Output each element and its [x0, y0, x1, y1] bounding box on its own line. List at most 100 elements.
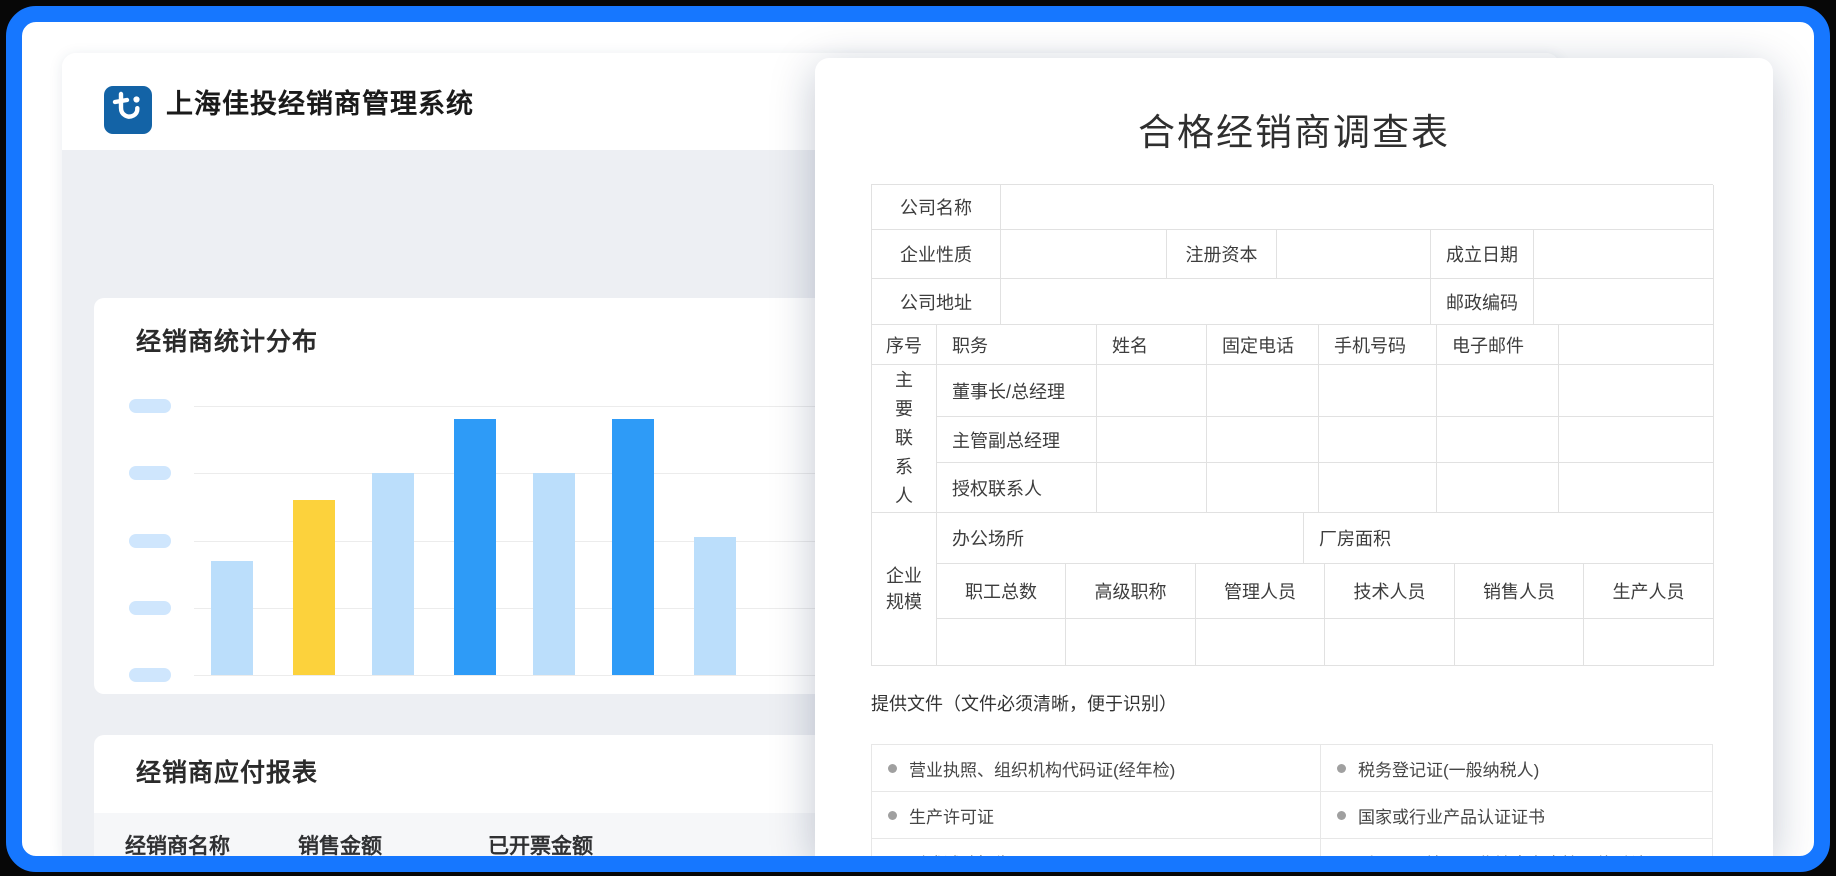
- contact-row: 董事长/总经理: [937, 365, 1714, 417]
- scale-field: [1455, 619, 1584, 666]
- contact-field: [1207, 365, 1319, 417]
- field-postal-code: [1534, 279, 1714, 325]
- label-registered-capital: 注册资本: [1167, 230, 1277, 279]
- label-establish-date: 成立日期: [1431, 230, 1534, 279]
- chart-bar: [211, 561, 253, 675]
- contact-field: [1207, 417, 1319, 463]
- document-row: 型式试验报告 质量、环境、职业健康安全管理体系认证: [872, 839, 1712, 872]
- bullet-icon: [1337, 858, 1346, 867]
- contact-role-label: 董事长/总经理: [937, 365, 1097, 417]
- axis-label-pill: [129, 466, 171, 480]
- form-title: 合格经销商调查表: [815, 102, 1773, 156]
- document-row: 生产许可证 国家或行业产品认证证书: [872, 792, 1712, 839]
- document-item-text: 型式试验报告: [909, 850, 1011, 873]
- axis-label-pill: [129, 534, 171, 548]
- contact-field: [1207, 463, 1319, 513]
- contact-field: [1319, 417, 1437, 463]
- contact-field: [1437, 365, 1559, 417]
- label-enterprise-scale: 企业规模: [872, 513, 937, 666]
- document-item: 营业执照、组织机构代码证(经年检): [872, 745, 1321, 791]
- contact-field: [1097, 365, 1207, 417]
- scale-row-premises: 办公场所 厂房面积: [937, 513, 1714, 564]
- scale-column-label: 高级职称: [1066, 564, 1196, 619]
- label-company-name: 公司名称: [872, 185, 1001, 230]
- bullet-icon: [1337, 764, 1346, 773]
- scale-row-staff-values: [937, 619, 1714, 666]
- contact-role-label: 主管副总经理: [937, 417, 1097, 463]
- scale-row-staff-headers: 职工总数高级职称管理人员技术人员销售人员生产人员: [937, 564, 1714, 619]
- document-item-text: 营业执照、组织机构代码证(经年检): [909, 756, 1175, 781]
- form-row-company-name: 公司名称: [872, 185, 1713, 230]
- contact-field: [1097, 417, 1207, 463]
- document-row: 营业执照、组织机构代码证(经年检) 税务登记证(一般纳税人): [872, 745, 1712, 792]
- scale-column-label: 职工总数: [937, 564, 1066, 619]
- chart-bar: [454, 419, 496, 675]
- contact-field: [1097, 463, 1207, 513]
- report-card-title: 经销商应付报表: [136, 753, 318, 789]
- chart-bar: [533, 473, 575, 675]
- contact-field: [1559, 463, 1714, 513]
- contact-field: [1559, 417, 1714, 463]
- label-position: 职务: [937, 325, 1097, 365]
- form-row-nature: 企业性质 注册资本 成立日期: [872, 230, 1713, 279]
- label-company-address: 公司地址: [872, 279, 1001, 325]
- contact-field: [1559, 365, 1714, 417]
- documents-note: 提供文件（文件必须清晰，便于识别）: [871, 690, 1177, 716]
- report-column-header: 经销商名称: [125, 830, 298, 860]
- axis-label-pill: [129, 601, 171, 615]
- document-item: 质量、环境、职业健康安全管理体系认证: [1321, 839, 1713, 872]
- bullet-icon: [888, 764, 897, 773]
- report-column-header: 销售金额: [298, 830, 488, 860]
- label-office-premises: 办公场所: [937, 513, 1304, 564]
- form-row-contact-headers: 序号 职务 姓名 固定电话 手机号码 电子邮件: [872, 325, 1713, 365]
- chart-bar: [694, 537, 736, 675]
- document-item-text: 质量、环境、职业健康安全管理体系认证: [1358, 850, 1664, 873]
- scale-rows: 办公场所 厂房面积 职工总数高级职称管理人员技术人员销售人员生产人员: [937, 513, 1714, 666]
- bullet-icon: [888, 858, 897, 867]
- scale-field: [1325, 619, 1455, 666]
- field-company-address: [1001, 279, 1431, 325]
- label-name: 姓名: [1097, 325, 1207, 365]
- main-contacts-vertical-text: 主要联系人: [893, 366, 915, 511]
- document-item: 型式试验报告: [872, 839, 1321, 872]
- enterprise-scale-vertical-text: 企业规模: [884, 563, 924, 615]
- label-enterprise-nature: 企业性质: [872, 230, 1001, 279]
- contact-header-empty: [1559, 325, 1714, 365]
- document-item-text: 国家或行业产品认证证书: [1358, 803, 1545, 828]
- contacts-rows: 董事长/总经理主管副总经理授权联系人: [937, 365, 1714, 513]
- survey-form-panel: 合格经销商调查表 公司名称 企业性质 注册资本 成立日期: [815, 58, 1773, 856]
- contact-field: [1319, 365, 1437, 417]
- scale-field: [1066, 619, 1196, 666]
- scale-column-label: 管理人员: [1196, 564, 1325, 619]
- tj-brand-icon: [104, 86, 152, 134]
- contact-role-label: 授权联系人: [937, 463, 1097, 513]
- label-landline: 固定电话: [1207, 325, 1319, 365]
- label-seq: 序号: [872, 325, 937, 365]
- axis-label-pill: [129, 668, 171, 682]
- contacts-section: 主要联系人 董事长/总经理主管副总经理授权联系人: [872, 365, 1713, 513]
- bullet-icon: [1337, 811, 1346, 820]
- field-registered-capital: [1277, 230, 1431, 279]
- document-item: 税务登记证(一般纳税人): [1321, 745, 1713, 791]
- app-title: 上海佳投经销商管理系统: [166, 53, 474, 150]
- document-item: 生产许可证: [872, 792, 1321, 838]
- chart-bar: [293, 500, 335, 675]
- documents-grid: 营业执照、组织机构代码证(经年检) 税务登记证(一般纳税人) 生产许可证 国家或行业产…: [871, 744, 1713, 872]
- scale-field: [1196, 619, 1325, 666]
- chart-bar: [372, 473, 414, 675]
- contact-field: [1437, 463, 1559, 513]
- document-item-text: 税务登记证(一般纳税人): [1358, 756, 1539, 781]
- label-main-contacts: 主要联系人: [872, 365, 937, 513]
- label-mobile: 手机号码: [1319, 325, 1437, 365]
- scale-column-label: 销售人员: [1455, 564, 1584, 619]
- label-factory-area: 厂房面积: [1304, 513, 1714, 564]
- scale-section: 企业规模 办公场所 厂房面积 职工总数高级职称管理人员技术人员销售人员生产人员: [872, 513, 1713, 666]
- label-email: 电子邮件: [1437, 325, 1559, 365]
- stage: 上海佳投经销商管理系统 经销商统计分布 经销商应付报表 经销商名称销售金额已开票…: [22, 22, 1814, 856]
- contact-field: [1319, 463, 1437, 513]
- scale-column-label: 技术人员: [1325, 564, 1455, 619]
- survey-form-table: 公司名称 企业性质 注册资本 成立日期 公司地址 邮政编码: [871, 184, 1713, 666]
- scale-column-label: 生产人员: [1584, 564, 1714, 619]
- form-row-address: 公司地址 邮政编码: [872, 279, 1713, 325]
- scale-field: [937, 619, 1066, 666]
